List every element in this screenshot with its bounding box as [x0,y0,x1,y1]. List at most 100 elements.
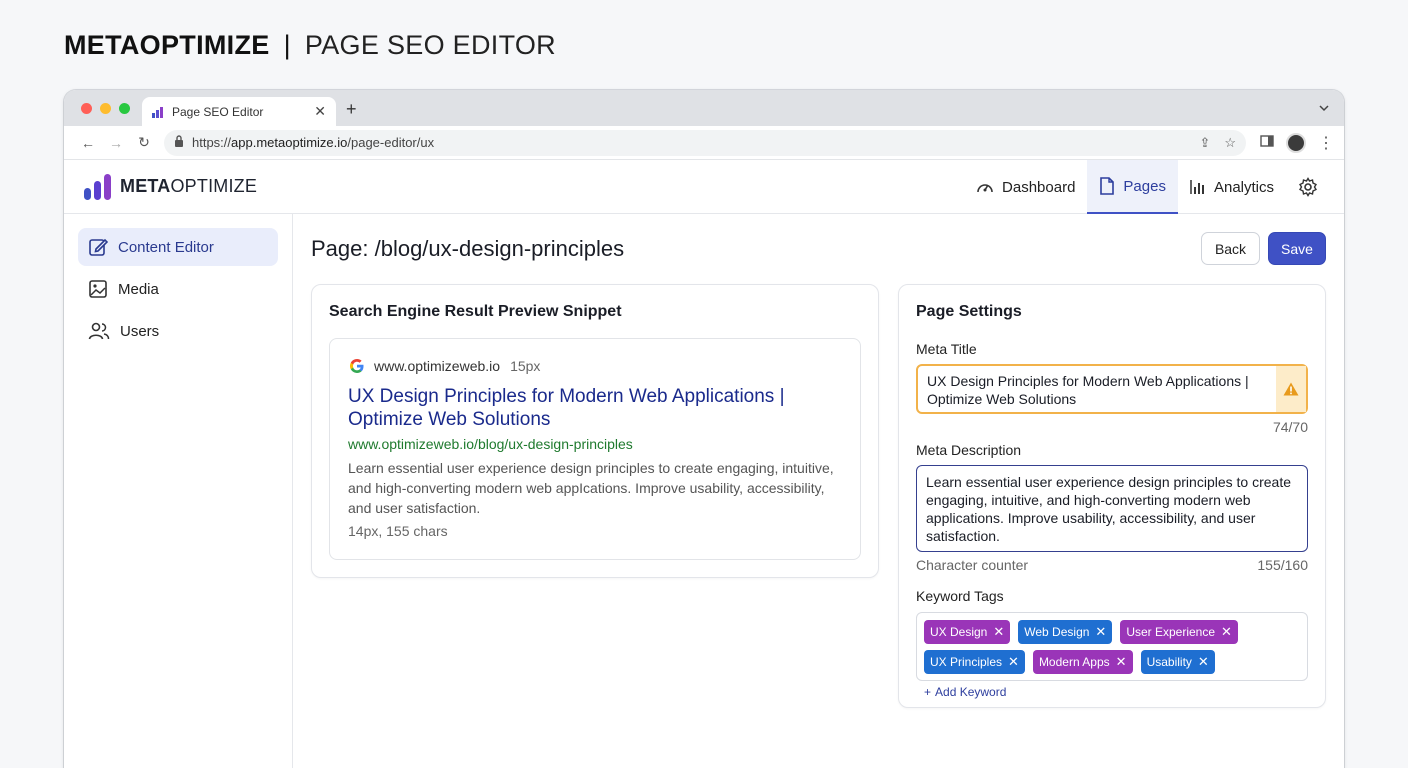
nav-analytics-label: Analytics [1213,178,1274,196]
sidebar-item-label: Users [120,322,160,340]
tag-label: UX Design [930,625,988,639]
image-icon [89,280,107,298]
sidebar-item-label: Content Editor [118,238,214,256]
sidebar-item-media[interactable]: Media [78,270,278,308]
window-controls [81,103,130,114]
keyword-tag: UX Principles ✕ [924,650,1025,674]
profile-avatar[interactable] [1286,132,1306,153]
settings-gear-button[interactable] [1286,160,1330,214]
page-heading: METAOPTIMIZE | PAGE SEO EDITOR [64,30,556,61]
sidebar-item-content-editor[interactable]: Content Editor [78,228,278,266]
close-tab-icon[interactable]: ✕ [314,103,326,120]
url-path: /page-editor/ux [347,135,435,150]
document-icon [1100,177,1115,195]
back-button[interactable]: Back [1201,232,1260,265]
heading-brand: METAOPTIMIZE [64,30,270,60]
warning-indicator [1276,366,1306,412]
save-button[interactable]: Save [1268,232,1326,265]
keyword-tags-input[interactable]: UX Design ✕ Web Design ✕ User Experience ✕ … [916,612,1308,699]
tag-label: User Experience [1126,625,1216,639]
browser-tab[interactable]: Page SEO Editor ✕ [142,97,336,126]
speedometer-icon [977,184,993,193]
browser-window: Page SEO Editor ✕ + ← → ↻ https://app.me… [64,90,1344,768]
back-arrow-icon[interactable]: ← [74,135,102,151]
logo-text-rest: OPTIMIZE [170,176,258,196]
sidebar-item-label: Media [118,280,159,298]
sidebar: Content Editor Media Users [64,214,293,768]
tag-label: Web Design [1024,625,1090,639]
char-counter-value: 155/160 [1257,557,1308,573]
snippet-description: Learn essential user experience design p… [348,460,834,516]
snippet-title-link[interactable]: UX Design Principles for Modern Web Appl… [348,385,842,431]
tag-label: Usability [1146,655,1192,669]
remove-tag-icon[interactable]: ✕ [1116,654,1127,670]
keyword-tag: UX Design ✕ [924,620,1011,644]
warning-icon [1283,382,1299,396]
meta-description-textarea[interactable]: Learn essential user experience design p… [916,465,1308,552]
snippet-url: www.optimizeweb.io/blog/ux-design-princi… [348,436,633,452]
keyword-tag: User Experience ✕ [1120,620,1238,644]
side-panel-icon[interactable] [1260,134,1274,152]
page-settings-card: Page Settings Meta Title UX Design Princ… [898,284,1326,708]
tab-strip: Page SEO Editor ✕ + [64,90,1344,126]
bar-chart-icon [1190,180,1204,194]
char-counter-label: Character counter [916,557,1029,573]
tab-title: Page SEO Editor [172,104,264,119]
main-content: Page: /blog/ux-design-principles Back Sa… [294,214,1344,768]
new-tab-button[interactable]: + [346,99,357,120]
google-icon [350,359,364,373]
app-logo[interactable]: METAOPTIMIZE [84,173,258,200]
url-field[interactable]: https://app.metaoptimize.io/page-editor/… [164,129,1246,156]
share-icon[interactable]: ⇪ [1199,135,1210,151]
serp-card-title: Search Engine Result Preview Snippet [329,303,622,320]
tag-label: UX Principles [930,655,1003,669]
reload-icon[interactable]: ↻ [130,134,158,151]
snippet-site-size: 15px [510,358,541,374]
meta-description-label: Meta Description [916,442,1022,458]
minimize-window-button[interactable] [100,103,111,114]
heading-subtitle: PAGE SEO EDITOR [304,30,556,60]
add-keyword-label: Add Keyword [935,685,1007,699]
keyword-tag: Usability ✕ [1140,650,1215,674]
top-nav: Dashboard Pages Analytics [964,160,1330,214]
nav-analytics[interactable]: Analytics [1178,160,1286,214]
maximize-window-button[interactable] [119,103,130,114]
tab-search-chevron-icon[interactable] [1318,101,1330,119]
nav-pages-label: Pages [1123,177,1166,195]
bookmark-star-icon[interactable]: ☆ [1224,135,1236,151]
edit-icon [89,238,108,256]
remove-tag-icon[interactable]: ✕ [1095,624,1106,640]
close-window-button[interactable] [81,103,92,114]
tag-label: Modern Apps [1038,655,1110,669]
gear-icon [1299,177,1317,197]
users-icon [88,322,110,340]
remove-tag-icon[interactable]: ✕ [993,624,1004,640]
heading-separator: | [283,30,291,60]
keyword-tag: Modern Apps ✕ [1032,650,1133,674]
meta-title-label: Meta Title [916,341,977,357]
keyword-tags-label: Keyword Tags [916,588,1004,604]
url-domain: app.metaoptimize.io [231,135,348,150]
nav-dashboard-label: Dashboard [1002,178,1076,196]
meta-title-input[interactable]: UX Design Principles for Modern Web Appl… [916,364,1308,414]
browser-menu-icon[interactable]: ⋮ [1318,133,1334,153]
serp-snippet: www.optimizeweb.io 15px UX Design Princi… [329,338,861,560]
add-keyword-button[interactable]: + Add Keyword [924,680,1006,704]
plus-icon: + [924,685,932,699]
meta-title-value: UX Design Principles for Modern Web Appl… [927,373,1249,407]
forward-arrow-icon[interactable]: → [102,135,130,151]
remove-tag-icon[interactable]: ✕ [1008,654,1019,670]
address-bar: ← → ↻ https://app.metaoptimize.io/page-e… [64,126,1344,160]
remove-tag-icon[interactable]: ✕ [1221,624,1232,640]
app-header: METAOPTIMIZE Dashboard Pages Analytics [64,160,1344,214]
settings-card-title: Page Settings [916,303,1022,320]
remove-tag-icon[interactable]: ✕ [1198,654,1209,670]
keyword-tag: Web Design ✕ [1018,620,1113,644]
nav-dashboard[interactable]: Dashboard [964,160,1087,214]
sidebar-item-users[interactable]: Users [78,312,278,350]
serp-preview-card: Search Engine Result Preview Snippet www… [311,284,879,578]
page-title: Page: /blog/ux-design-principles [311,236,625,261]
nav-pages[interactable]: Pages [1087,160,1178,214]
logo-text-bold: META [120,176,171,196]
logo-icon [84,173,111,200]
